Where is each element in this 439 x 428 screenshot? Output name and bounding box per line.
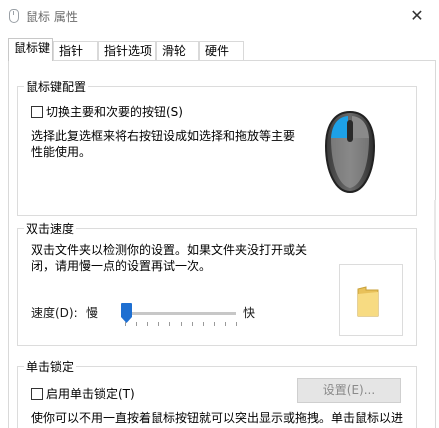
panel-edge xyxy=(434,200,436,260)
mouse-icon xyxy=(324,110,376,194)
tab-hardware[interactable]: 硬件 xyxy=(199,41,244,61)
button-config-description: 选择此复选框来将右按钮设成如选择和拖放等主要 性能使用。 xyxy=(31,129,296,159)
mouse-icon xyxy=(9,9,19,23)
title-bar: 鼠标 属性 ✕ xyxy=(0,0,439,32)
slider-tick xyxy=(169,322,171,326)
click-lock-label: 启用单击锁定(T) xyxy=(46,387,135,401)
switch-buttons-label: 切换主要和次要的按钮(S) xyxy=(46,105,183,119)
speed-label: 速度(D): xyxy=(31,306,78,320)
tab-pointer-options[interactable]: 指针选项 xyxy=(98,41,156,61)
slider-tick xyxy=(213,322,215,326)
double-click-title: 双击速度 xyxy=(24,220,77,237)
tab-strip: 鼠标键 指针 指针选项 滑轮 硬件 xyxy=(8,38,436,61)
slow-label: 慢 xyxy=(86,306,99,320)
slider-tick xyxy=(202,322,204,326)
slider-tick xyxy=(136,322,138,326)
speed-slider-ticks xyxy=(125,322,237,326)
tab-pointers[interactable]: 指针 xyxy=(53,41,98,61)
click-lock-row[interactable]: 启用单击锁定(T) xyxy=(31,385,135,402)
slider-tick xyxy=(180,322,182,326)
click-lock-title: 单击锁定 xyxy=(24,358,77,375)
close-button[interactable]: ✕ xyxy=(405,4,429,28)
switch-buttons-checkbox[interactable] xyxy=(31,105,43,118)
folder-icon[interactable] xyxy=(356,286,380,318)
click-lock-checkbox[interactable] xyxy=(31,387,43,400)
switch-buttons-row[interactable]: 切换主要和次要的按钮(S) xyxy=(31,103,183,120)
slider-tick xyxy=(125,322,126,326)
slider-tick xyxy=(147,322,149,326)
slider-tick xyxy=(158,322,160,326)
settings-button[interactable]: 设置(E)... xyxy=(297,378,401,403)
tab-buttons[interactable]: 鼠标键 xyxy=(8,38,53,61)
speed-slider-track[interactable] xyxy=(124,312,236,315)
window-title: 鼠标 属性 xyxy=(26,10,78,24)
fast-label: 快 xyxy=(243,306,256,320)
tab-wheel[interactable]: 滑轮 xyxy=(156,41,199,61)
click-lock-description: 使你可以不用一直按着鼠标按钮就可以突出显示或拖拽。单击鼠标以进 xyxy=(31,411,404,425)
button-config-title: 鼠标键配置 xyxy=(24,78,89,95)
slider-tick xyxy=(236,322,237,326)
double-click-description: 双击文件夹以检测你的设置。如果文件夹没打开或关 闭，请用慢一点的设置再试一次。 xyxy=(31,243,308,273)
slider-tick xyxy=(191,322,193,326)
slider-tick xyxy=(224,322,226,326)
